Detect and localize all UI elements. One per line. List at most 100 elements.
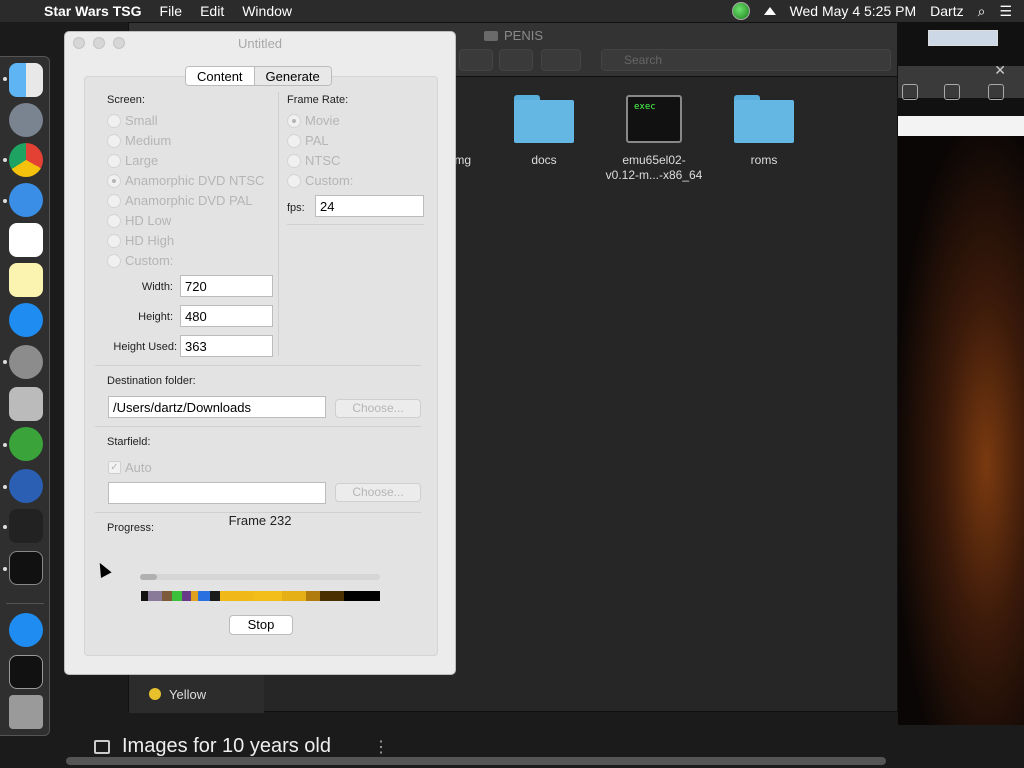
- radio-label: PAL: [305, 133, 329, 148]
- destination-folder-field[interactable]: /Users/dartz/Downloads: [108, 396, 326, 418]
- fps-field[interactable]: 24: [315, 195, 424, 217]
- radio-hd-high[interactable]: HD High: [107, 233, 174, 248]
- browser-tab[interactable]: [928, 30, 998, 46]
- progress-bar: [140, 574, 380, 580]
- finder-search-input[interactable]: Search: [601, 49, 891, 71]
- file-item-docs[interactable]: docs: [489, 95, 599, 168]
- radio-label: Anamorphic DVD PAL: [125, 193, 253, 208]
- radio-custom-screen[interactable]: Custom:: [107, 253, 173, 268]
- safari-icon[interactable]: [9, 183, 43, 217]
- file-item-roms[interactable]: roms: [709, 95, 819, 168]
- zoom-window-icon[interactable]: [113, 37, 125, 49]
- fps-label: fps:: [287, 202, 305, 214]
- strip-segment: [219, 591, 254, 601]
- browser-image: [898, 136, 1024, 732]
- strip-segment: [162, 591, 173, 601]
- share-button[interactable]: [499, 49, 533, 71]
- bottom-label[interactable]: Images for 10 years old: [122, 735, 331, 758]
- strip-segment: [148, 591, 163, 601]
- radio-label: NTSC: [305, 153, 341, 168]
- calendar-icon[interactable]: [9, 223, 43, 257]
- trash-icon[interactable]: [9, 695, 43, 729]
- width-field[interactable]: 720: [180, 275, 273, 297]
- radio-custom-rate[interactable]: Custom:: [287, 173, 353, 188]
- share-icon[interactable]: [944, 84, 960, 100]
- sidebar-tag-yellow[interactable]: Yellow: [129, 675, 264, 713]
- finder-icon[interactable]: [9, 63, 43, 97]
- horizontal-scrollbar[interactable]: [66, 757, 886, 765]
- file-name-line1: emu65el02-: [622, 153, 686, 167]
- dock-separator: [6, 603, 44, 604]
- tab-content[interactable]: Content: [186, 67, 255, 85]
- tabs-icon[interactable]: [988, 84, 1004, 100]
- strip-segment: [281, 591, 306, 601]
- radio-ntsc[interactable]: NTSC: [287, 153, 340, 168]
- tag-button[interactable]: [541, 49, 581, 71]
- close-window-icon[interactable]: [73, 37, 85, 49]
- running-indicator: [3, 567, 7, 571]
- destination-choose-button[interactable]: Choose...: [335, 399, 421, 418]
- minimize-window-icon[interactable]: [93, 37, 105, 49]
- starfield-label: Starfield:: [107, 436, 151, 448]
- radio-movie[interactable]: Movie: [287, 113, 340, 128]
- notification-center-icon[interactable]: ☰: [999, 3, 1012, 20]
- download-icon[interactable]: [902, 84, 918, 100]
- finder-title: PENIS: [484, 28, 543, 43]
- eject-icon[interactable]: [763, 7, 776, 15]
- chrome-icon[interactable]: [9, 143, 43, 177]
- menu-clock[interactable]: Wed May 4 5:25 PM: [790, 3, 917, 19]
- radio-large[interactable]: Large: [107, 153, 158, 168]
- window-thumbnail-icon[interactable]: [9, 655, 43, 689]
- radio-anamorphic-dvd-ntsc[interactable]: Anamorphic DVD NTSC: [107, 173, 264, 188]
- star-wars-app-icon[interactable]: [9, 509, 43, 543]
- stop-button[interactable]: Stop: [229, 615, 293, 635]
- browser-window: ✕: [898, 22, 1024, 732]
- radio-button: [107, 153, 121, 168]
- radio-anamorphic-dvd-pal[interactable]: Anamorphic DVD PAL: [107, 193, 253, 208]
- system-preferences-icon[interactable]: [9, 345, 43, 379]
- folder-icon: [484, 30, 498, 41]
- starfield-auto-checkbox[interactable]: ✓ Auto: [108, 460, 152, 475]
- close-icon[interactable]: ✕: [994, 62, 1006, 79]
- menu-file[interactable]: File: [160, 3, 183, 19]
- radio-button: [287, 153, 301, 168]
- torrent-icon[interactable]: [9, 469, 43, 503]
- height-used-field[interactable]: 363: [180, 335, 273, 357]
- radio-hd-low[interactable]: HD Low: [107, 213, 171, 228]
- gear-app-icon[interactable]: [9, 427, 43, 461]
- menu-edit[interactable]: Edit: [200, 3, 224, 19]
- running-indicator: [3, 525, 7, 529]
- radio-pal[interactable]: PAL: [287, 133, 329, 148]
- file-item-emu65el02[interactable]: exec emu65el02- v0.12-m...-x86_64: [599, 95, 709, 183]
- action-gear-button[interactable]: [459, 49, 493, 71]
- tab-generate[interactable]: Generate: [254, 67, 331, 85]
- printer-utility-icon[interactable]: [9, 387, 43, 421]
- starfield-path-field[interactable]: [108, 482, 326, 504]
- menu-user[interactable]: Dartz: [930, 3, 963, 19]
- radio-label: Movie: [305, 113, 340, 128]
- radio-label: HD Low: [125, 213, 172, 228]
- height-field[interactable]: 480: [180, 305, 273, 327]
- radio-small[interactable]: Small: [107, 113, 158, 128]
- app-store-download-icon[interactable]: [9, 613, 43, 647]
- terminal-icon[interactable]: [9, 551, 43, 585]
- running-indicator: [3, 158, 7, 162]
- radio-button: [107, 113, 121, 128]
- launchpad-icon[interactable]: [9, 103, 43, 137]
- radio-label: Anamorphic DVD NTSC: [125, 173, 265, 188]
- app-store-icon[interactable]: [9, 303, 43, 337]
- divider: [287, 224, 424, 225]
- menu-window[interactable]: Window: [242, 3, 292, 19]
- radio-medium[interactable]: Medium: [107, 133, 171, 148]
- notes-icon[interactable]: [9, 263, 43, 297]
- starfield-choose-button[interactable]: Choose...: [335, 483, 421, 502]
- status-green-icon[interactable]: [731, 2, 750, 20]
- divider: [95, 365, 421, 366]
- file-name: docs: [531, 153, 557, 167]
- exec-badge: exec: [634, 102, 656, 112]
- radio-button-selected: [287, 113, 301, 128]
- menu-app-name[interactable]: Star Wars TSG: [44, 3, 142, 19]
- browser-address-area[interactable]: [898, 116, 1024, 136]
- more-options-icon[interactable]: ⋮: [373, 737, 389, 757]
- spotlight-icon[interactable]: ⌕: [978, 3, 986, 20]
